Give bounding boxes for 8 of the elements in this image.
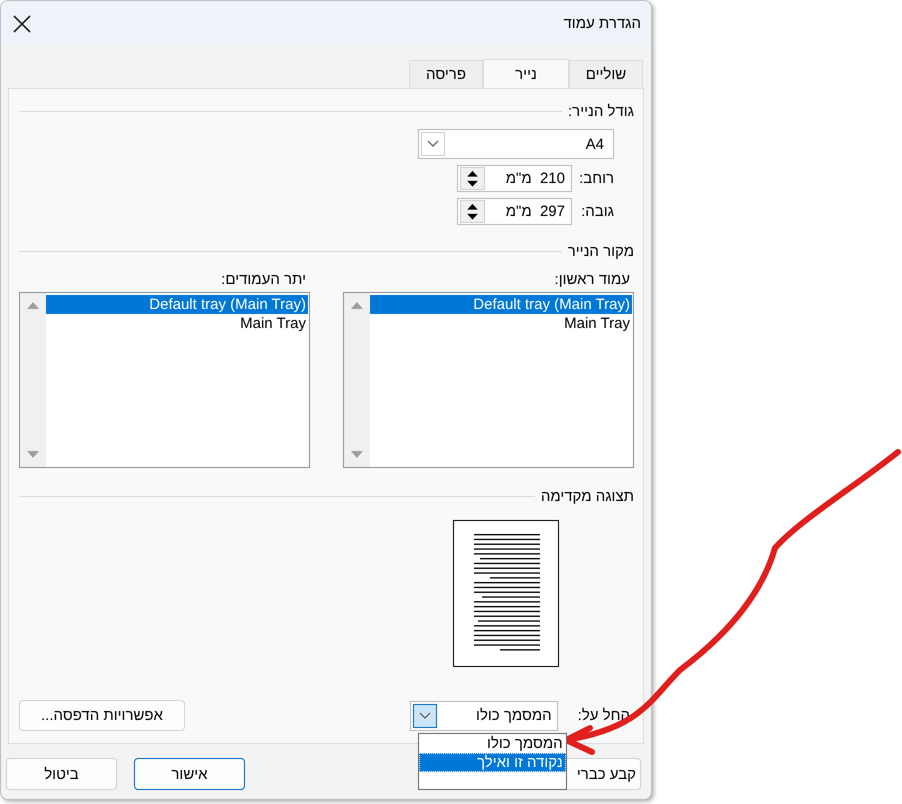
section-heading: מקור הנייר: [568, 242, 634, 260]
section-heading: תצוגה מקדימה: [540, 488, 634, 504]
field-label: רוחב:: [582, 170, 614, 187]
window-title: הגדרת עמוד: [563, 15, 641, 32]
list-label: עמוד ראשון:: [554, 271, 631, 288]
field-label: גובה:: [582, 203, 614, 220]
section-heading: גודל הנייר:: [568, 102, 634, 120]
list-label: יתר העמודים:: [220, 271, 307, 288]
